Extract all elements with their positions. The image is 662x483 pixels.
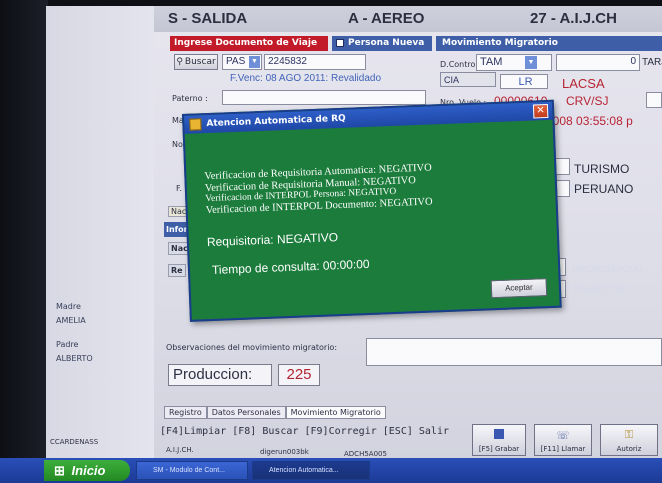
- cia-label-box: CIA: [440, 72, 496, 87]
- tiempo-consulta: Tiempo de consulta: 00:00:00: [211, 256, 370, 277]
- desktop-label-server[interactable]: digerun003bk: [260, 448, 309, 456]
- call-icon: ☏: [556, 429, 570, 442]
- grabar-button[interactable]: [F5] Grabar: [472, 424, 526, 456]
- ingrese-documento-bar: Ingrese Documento de Viaje: [170, 36, 328, 51]
- estado-civil-text: DIVORCIADO(A): [572, 264, 642, 274]
- fecha-label: F.: [176, 184, 182, 193]
- doc-number-field[interactable]: 2245832: [264, 54, 366, 70]
- llamar-button[interactable]: ☏ [F11] Llamar: [534, 424, 592, 456]
- key-icon: ⚿: [624, 428, 634, 441]
- padre-value: ALBERTO: [56, 354, 93, 363]
- persona-nueva-bar[interactable]: Persona Nueva: [332, 36, 432, 51]
- cia-code-field[interactable]: LR: [500, 74, 548, 89]
- row-b-label: Re: [168, 264, 186, 277]
- motivo-text: TURISMO: [574, 162, 630, 176]
- tab-registro[interactable]: Registro: [164, 406, 207, 419]
- autoriz-label: Autoriz: [616, 445, 642, 453]
- dcontrol-label: D.Control: [440, 60, 478, 69]
- shortcut-bar: [F4]Limpiar [F8] Buscar [F9]Corregir [ES…: [160, 426, 449, 437]
- observaciones-label: Observaciones del movimiento migratorio:: [166, 343, 338, 352]
- autoriz-button[interactable]: ⚿ Autoriz: [600, 424, 658, 456]
- persona-nueva-label: Persona Nueva: [348, 38, 425, 48]
- doc-type-select[interactable]: PAS ▼: [222, 54, 262, 70]
- dcontrol-value: TAM: [480, 56, 503, 68]
- produccion-label: Produccion:: [168, 364, 272, 386]
- vuelo-route: CRV/SJ: [566, 94, 609, 108]
- paterno-field[interactable]: [222, 90, 426, 105]
- checkbox-icon: [336, 39, 344, 47]
- doc-type-value: PAS: [226, 56, 246, 67]
- form-tabs: Registro Datos Personales Movimiento Mig…: [164, 406, 386, 419]
- produccion-value: 225: [278, 364, 320, 386]
- desktop-label-user[interactable]: CCARDENASS: [50, 438, 98, 446]
- chevron-down-icon: ▼: [525, 56, 537, 69]
- nacionalidad-text: PERUANO: [574, 182, 634, 196]
- dcontrol-select[interactable]: TAM ▼: [476, 54, 552, 71]
- buscar-label: Buscar: [184, 57, 216, 67]
- paterno-label: Paterno :: [172, 94, 208, 103]
- ocupacion-text: TRADUCTOR: [572, 285, 629, 295]
- vencimiento-text: F.Venc: 08 AGO 2011: Revalidado: [230, 73, 382, 84]
- taskbar: ⊞ Inicio SM - Modulo de Cont... Atencion…: [0, 458, 662, 483]
- tab-datos-personales[interactable]: Datos Personales: [206, 406, 286, 419]
- aereo-header: A - AEREO: [338, 6, 470, 32]
- madre-label: Madre: [56, 302, 81, 311]
- binoculars-icon: ⚲: [176, 57, 183, 67]
- windows-logo-icon: ⊞: [54, 463, 65, 478]
- start-label: Inicio: [71, 463, 106, 478]
- tarjeta-label: TARJ: [642, 57, 662, 68]
- llamar-label: [F11] Llamar: [540, 445, 586, 453]
- cia-name: LACSA: [562, 76, 605, 91]
- left-panel: Madre AMELIA Padre ALBERTO: [46, 6, 154, 458]
- dialog-title: Atencion Automatica de RQ: [206, 113, 346, 130]
- monitor-bezel-left: [0, 0, 48, 483]
- desktop-label-host[interactable]: ADCH5A005: [344, 450, 387, 458]
- fecha-hora-text: 2008 03:55:08 p: [546, 114, 633, 128]
- buscar-button[interactable]: ⚲ Buscar: [174, 54, 218, 70]
- vuelo-extra-field[interactable]: [646, 92, 662, 108]
- desktop-label-aijch[interactable]: A.I.J.CH.: [166, 446, 194, 454]
- start-button[interactable]: ⊞ Inicio: [44, 460, 130, 481]
- madre-value: AMELIA: [56, 316, 86, 325]
- grabar-label: [F5] Grabar: [478, 445, 520, 453]
- observaciones-field[interactable]: [366, 338, 662, 366]
- requisitoria-result: Requisitoria: NEGATIVO: [206, 230, 339, 250]
- taskbar-item-dialog[interactable]: Atencion Automatica...: [252, 461, 370, 480]
- office-header: 27 - A.I.J.CH: [470, 6, 662, 32]
- aceptar-button[interactable]: Aceptar: [490, 278, 548, 299]
- chevron-down-icon: ▼: [249, 56, 260, 68]
- taskbar-item-sm[interactable]: SM - Modulo de Cont...: [136, 461, 248, 480]
- save-icon: [494, 429, 504, 439]
- movimiento-migratorio-bar: Movimiento Migratorio: [436, 36, 662, 51]
- close-icon[interactable]: ✕: [532, 103, 549, 119]
- padre-label: Padre: [56, 340, 79, 349]
- amount-field[interactable]: 0: [556, 54, 640, 71]
- salida-header: S - SALIDA: [154, 6, 338, 32]
- rq-dialog: Atencion Automatica de RQ ✕ Verificacion…: [182, 99, 562, 322]
- app-icon: [189, 118, 202, 131]
- tab-movimiento-migratorio[interactable]: Movimiento Migratorio: [285, 406, 386, 419]
